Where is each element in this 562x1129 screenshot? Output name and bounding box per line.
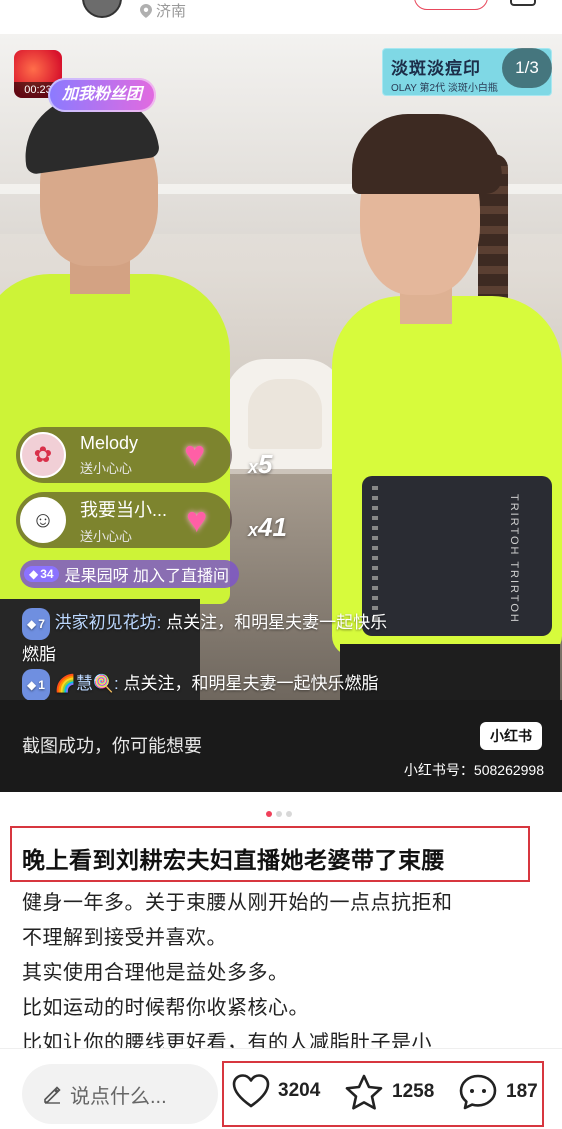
promo-title: 淡斑淡痘印 bbox=[391, 59, 481, 78]
carousel-dot-active bbox=[266, 811, 272, 817]
level-number: 34 bbox=[40, 567, 54, 581]
chat-text-continued: 燃脂 bbox=[22, 645, 56, 664]
heart-gift-icon: ♥ bbox=[186, 499, 208, 540]
carousel-dot bbox=[276, 811, 282, 817]
gift-count-prefix: x bbox=[248, 520, 259, 540]
location-pin-icon bbox=[140, 3, 152, 18]
level-gem-icon: ◆ bbox=[27, 617, 37, 631]
like-button[interactable]: 3204 bbox=[232, 1073, 320, 1109]
level-gem-icon: ◆ bbox=[27, 678, 37, 692]
comment-count: 187 bbox=[506, 1081, 538, 1102]
chat-username: 🌈慧🍭: bbox=[54, 674, 119, 693]
gift-description: 送小心心 bbox=[80, 528, 133, 544]
post-body-line: 健身一年多。关于束腰从刚开始的一点点抗拒和 bbox=[22, 892, 453, 914]
girl-avatar-icon: ☺ bbox=[20, 497, 66, 543]
chat-message: ◆ 7 洪家初见花坊: 点关注，和明星夫妻一起快乐 燃脂 bbox=[22, 608, 492, 670]
post-body-line: 其实使用合理他是益处多多。 bbox=[22, 962, 289, 984]
location-text: 济南 bbox=[156, 3, 187, 20]
comment-input[interactable]: 说点什么... bbox=[22, 1064, 218, 1124]
bottom-action-bar: 说点什么... 3204 1258 187 bbox=[0, 1048, 562, 1129]
author-avatar[interactable] bbox=[82, 0, 122, 18]
screenshot-suggestion-bar[interactable]: 截图成功，你可能想要 小红书 小红书号：508262998 bbox=[0, 700, 562, 792]
user-level-badge: ◆ 1 bbox=[22, 669, 50, 700]
comment-bubble-icon bbox=[459, 1074, 497, 1110]
gift-count-prefix: x bbox=[248, 457, 259, 477]
comment-button[interactable]: 187 bbox=[458, 1073, 538, 1111]
live-stream-image[interactable]: TRIRTOH TRIRTOH 00:23 加我粉丝团 淡斑淡痘印 OLAY 第… bbox=[0, 34, 562, 700]
belt-brand-text: TRIRTOH TRIRTOH bbox=[508, 494, 520, 624]
user-level-badge: ◆ 34 bbox=[24, 566, 59, 582]
heart-gift-icon: ♥ bbox=[184, 433, 206, 474]
gift-count: x5 bbox=[248, 449, 272, 480]
level-number: 1 bbox=[38, 678, 45, 692]
favorite-count: 1258 bbox=[392, 1081, 435, 1102]
star-icon bbox=[345, 1074, 383, 1110]
gift-sender-name: Melody bbox=[80, 433, 139, 453]
location-tag: 济南 bbox=[140, 0, 186, 21]
level-gem-icon: ◆ bbox=[29, 567, 39, 581]
gift-count: x41 bbox=[248, 512, 287, 543]
gift-count-value: 41 bbox=[258, 512, 287, 542]
chat-text: 点关注，和明星夫妻一起快乐燃脂 bbox=[123, 674, 379, 693]
scene-chair-inner bbox=[248, 379, 322, 449]
chat-message: ◆ 1 🌈慧🍭: 点关注，和明星夫妻一起快乐燃脂 bbox=[22, 669, 522, 700]
chat-text: 点关注，和明星夫妻一起快乐 bbox=[166, 613, 388, 632]
gift-count-value: 5 bbox=[258, 449, 273, 479]
post-body-line: 比如运动的时候帮你收紧核心。 bbox=[22, 997, 309, 1019]
comment-placeholder: 说点什么... bbox=[70, 1085, 167, 1108]
flower-avatar-icon: ✿ bbox=[20, 432, 66, 478]
carousel-dot bbox=[286, 811, 292, 817]
like-count: 3204 bbox=[278, 1080, 321, 1101]
belt-hooks bbox=[372, 486, 378, 626]
post-body: 健身一年多。关于束腰从刚开始的一点点抗拒和 不理解到接受并喜欢。 其实使用合理他… bbox=[22, 886, 542, 1061]
share-icon[interactable] bbox=[510, 0, 536, 6]
xiaohongshu-id: 小红书号：508262998 bbox=[403, 762, 544, 778]
join-fans-club-badge[interactable]: 加我粉丝团 bbox=[48, 78, 157, 112]
pencil-icon bbox=[44, 1086, 61, 1104]
promo-subtitle: OLAY 第2代 淡斑小白瓶 bbox=[391, 83, 498, 94]
favorite-button[interactable]: 1258 bbox=[344, 1073, 434, 1111]
gift-sender-name: 我要当小... bbox=[80, 499, 168, 520]
image-page-indicator: 1/3 bbox=[502, 48, 552, 88]
gift-description: 送小心心 bbox=[80, 461, 133, 476]
user-level-badge: ◆ 7 bbox=[22, 608, 50, 640]
follow-button[interactable] bbox=[414, 0, 488, 10]
heart-icon bbox=[232, 1074, 270, 1108]
carousel-dots bbox=[266, 811, 292, 817]
post-title: 晚上看到刘耕宏夫妇直播她老婆带了束腰 bbox=[22, 847, 445, 873]
level-number: 7 bbox=[38, 617, 45, 631]
join-text: 是果园呀 加入了直播间 bbox=[64, 568, 230, 585]
join-notification: ◆ 34 是果园呀 加入了直播间 bbox=[20, 560, 240, 588]
post-body-line: 不理解到接受并喜欢。 bbox=[22, 927, 227, 949]
screenshot-message: 截图成功，你可能想要 bbox=[22, 736, 202, 756]
chat-username: 洪家初见花坊: bbox=[54, 613, 162, 632]
top-bar: 济南 bbox=[0, 0, 562, 34]
xiaohongshu-logo: 小红书 bbox=[480, 722, 542, 750]
